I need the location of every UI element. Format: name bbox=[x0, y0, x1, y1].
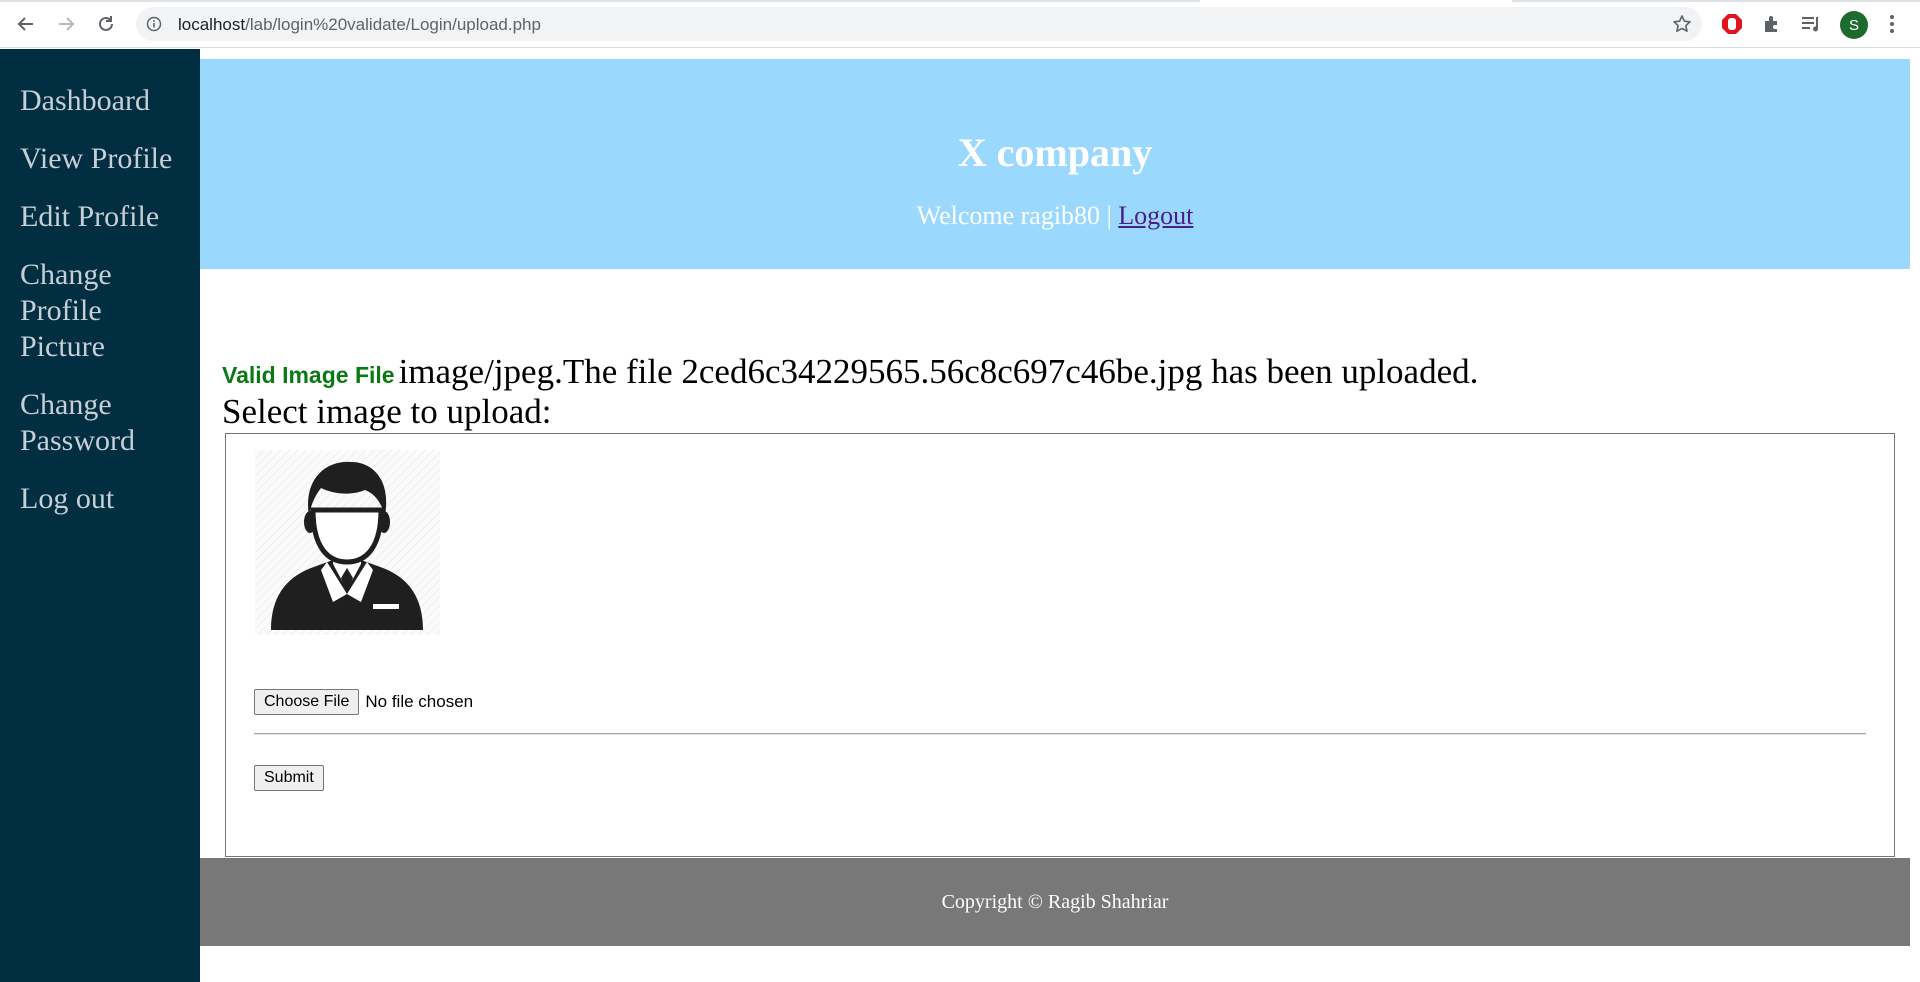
profile-avatar[interactable]: S bbox=[1840, 11, 1868, 39]
sidebar-item-edit-profile[interactable]: Edit Profile bbox=[20, 199, 190, 235]
upload-status: Valid Image File image/jpeg.The file 2ce… bbox=[222, 352, 1478, 392]
forward-arrow-icon[interactable] bbox=[52, 10, 80, 38]
upload-form: Choose File No file chosen Submit bbox=[225, 433, 1895, 857]
file-input[interactable]: Choose File No file chosen bbox=[254, 689, 473, 715]
browser-menu-icon[interactable] bbox=[1880, 12, 1904, 36]
file-status-text: No file chosen bbox=[365, 692, 474, 711]
browser-toolbar: localhost/lab/login%20validate/Login/upl… bbox=[0, 0, 1920, 48]
welcome-text: Welcome ragib80 bbox=[916, 201, 1101, 230]
sidebar-item-dashboard[interactable]: Dashboard bbox=[20, 83, 190, 119]
form-divider bbox=[254, 733, 1866, 735]
sidebar: Dashboard View Profile Edit Profile Chan… bbox=[0, 49, 200, 982]
user-avatar-icon bbox=[255, 450, 440, 635]
site-footer: Copyright © Ragib Shahriar bbox=[200, 858, 1910, 946]
valid-image-label: Valid Image File bbox=[222, 362, 395, 388]
url-text[interactable]: localhost/lab/login%20validate/Login/upl… bbox=[178, 15, 541, 35]
bookmark-star-icon[interactable] bbox=[1672, 14, 1692, 34]
url-host: localhost bbox=[178, 15, 246, 34]
sidebar-item-log-out[interactable]: Log out bbox=[20, 481, 190, 517]
tab-strip-edge bbox=[1512, 0, 1920, 2]
back-arrow-icon[interactable] bbox=[12, 10, 40, 38]
media-queue-icon[interactable] bbox=[1800, 12, 1824, 36]
reload-icon[interactable] bbox=[92, 10, 120, 38]
copyright-text: Copyright © Ragib Shahriar bbox=[941, 891, 1169, 913]
sidebar-item-change-profile-picture[interactable]: Change Profile Picture bbox=[20, 257, 190, 365]
welcome-separator: | bbox=[1106, 201, 1112, 230]
welcome-line: Welcome ragib80 | Logout bbox=[200, 201, 1910, 231]
extensions-puzzle-icon[interactable] bbox=[1760, 12, 1784, 36]
upload-message: image/jpeg.The file 2ced6c34229565.56c8c… bbox=[398, 352, 1479, 391]
company-title: X company bbox=[957, 130, 1153, 175]
choose-file-button[interactable]: Choose File bbox=[254, 689, 360, 715]
address-bar[interactable]: localhost/lab/login%20validate/Login/upl… bbox=[136, 7, 1702, 41]
site-header: X company Welcome ragib80 | Logout bbox=[200, 59, 1910, 269]
url-path: /lab/login%20validate/Login/upload.php bbox=[245, 15, 541, 34]
info-icon[interactable] bbox=[146, 16, 162, 32]
tab-strip-edge bbox=[0, 0, 1200, 2]
submit-button[interactable]: Submit bbox=[254, 765, 324, 791]
sidebar-item-change-password[interactable]: Change Password bbox=[20, 387, 190, 459]
adblock-icon[interactable] bbox=[1720, 12, 1744, 36]
select-image-label: Select image to upload: bbox=[222, 392, 552, 431]
sidebar-item-view-profile[interactable]: View Profile bbox=[20, 141, 190, 177]
logout-link[interactable]: Logout bbox=[1118, 201, 1193, 230]
profile-picture bbox=[255, 450, 440, 635]
